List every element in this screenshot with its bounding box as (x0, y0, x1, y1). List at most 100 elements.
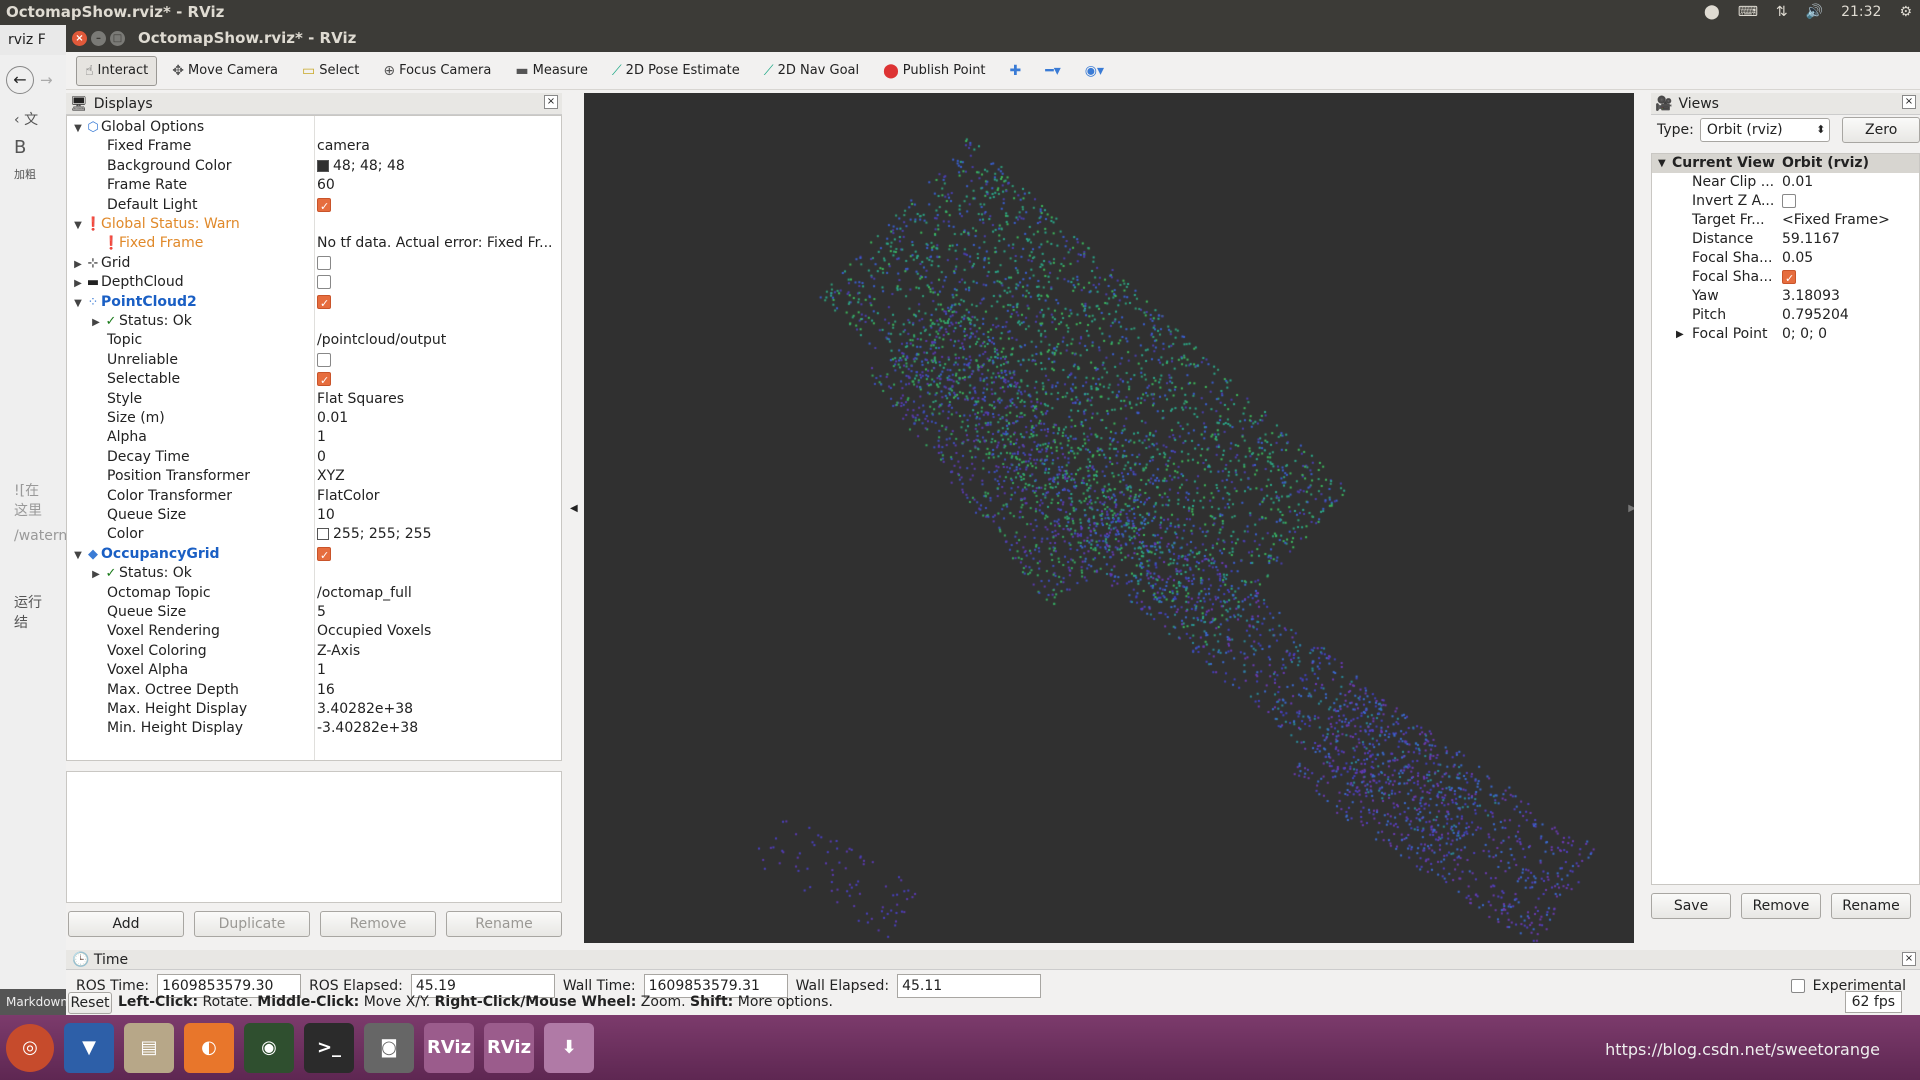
network-icon[interactable]: ⇅ (1776, 0, 1788, 25)
property-value[interactable]: 60 (317, 177, 335, 193)
reset-button[interactable]: Reset (68, 991, 112, 1014)
display-property-row[interactable]: ▶ ✓ Status: Ok (67, 312, 561, 331)
display-property-row[interactable]: Queue Size 10 (67, 506, 561, 525)
3d-render-viewport[interactable]: ▶ (584, 93, 1634, 943)
expand-arrow-icon[interactable]: ▼ (71, 119, 85, 138)
property-value[interactable]: FlatColor (317, 488, 380, 504)
ubuntu-logo-icon[interactable]: ◎ (6, 1023, 54, 1072)
display-property-row[interactable]: Size (m) 0.01 (67, 409, 561, 428)
installer-icon[interactable]: ⬇ (544, 1022, 594, 1073)
display-property-row[interactable]: Unreliable (67, 351, 561, 370)
property-value[interactable]: 16 (317, 682, 335, 698)
property-value[interactable]: /octomap_full (317, 585, 412, 601)
view-property-row[interactable]: Target Fr... <Fixed Frame> (1652, 211, 1919, 230)
property-value[interactable]: XYZ (317, 468, 345, 484)
property-value[interactable]: 3.40282e+38 (317, 701, 413, 717)
expand-arrow-icon[interactable]: ▶ (71, 255, 85, 274)
keyboard-icon[interactable]: ⌨ (1738, 0, 1758, 25)
save-button[interactable]: Save (1651, 893, 1731, 919)
property-value[interactable]: 1 (317, 662, 326, 678)
enable-checkbox[interactable] (317, 371, 331, 389)
property-value[interactable]: Occupied Voxels (317, 623, 431, 639)
rename-view-button[interactable]: Rename (1831, 893, 1911, 919)
property-value[interactable]: 0.01 (317, 410, 348, 426)
view-type-select[interactable]: Orbit (rviz) (1699, 118, 1831, 142)
property-value[interactable]: 1 (317, 429, 326, 445)
current-view-row[interactable]: ▼ Current View Orbit (rviz) (1652, 154, 1919, 173)
property-value[interactable]: 48; 48; 48 (333, 158, 405, 174)
view-checkbox[interactable] (1782, 269, 1796, 287)
display-property-row[interactable]: Voxel Rendering Occupied Voxels (67, 622, 561, 641)
property-value[interactable]: No tf data. Actual error: Fixed Fr... (317, 235, 553, 251)
display-property-row[interactable]: Frame Rate 60 (67, 176, 561, 195)
view-property-row[interactable]: Invert Z A... (1652, 192, 1919, 211)
display-property-row[interactable]: Max. Height Display 3.40282e+38 (67, 700, 561, 719)
select-tool[interactable]: ▭ Select (293, 56, 368, 86)
display-property-row[interactable]: Voxel Alpha 1 (67, 661, 561, 680)
view-property-row[interactable]: Near Clip ... 0.01 (1652, 173, 1919, 192)
enable-checkbox[interactable] (317, 352, 331, 367)
display-property-row[interactable]: Alpha 1 (67, 428, 561, 447)
focus-camera-tool[interactable]: ⊕ Focus Camera (374, 56, 500, 86)
rename-button[interactable]: Rename (446, 911, 562, 937)
property-value[interactable]: /pointcloud/output (317, 332, 446, 348)
move-camera-tool[interactable]: ✥ Move Camera (163, 56, 287, 86)
property-value[interactable]: camera (317, 138, 370, 154)
remove-button[interactable]: Remove (320, 911, 436, 937)
display-property-row[interactable]: Selectable (67, 370, 561, 389)
enable-checkbox[interactable] (317, 275, 331, 290)
display-property-row[interactable]: Style Flat Squares (67, 390, 561, 409)
color-swatch[interactable] (317, 159, 329, 172)
display-property-row[interactable]: Position Transformer XYZ (67, 467, 561, 486)
expand-arrow-icon[interactable]: ▶ (89, 313, 103, 332)
display-property-row[interactable]: Min. Height Display -3.40282e+38 (67, 719, 561, 738)
add-button[interactable]: Add (68, 911, 184, 937)
enable-checkbox[interactable] (317, 294, 331, 312)
close-icon[interactable]: × (1902, 95, 1916, 109)
settings-gear-icon[interactable]: ⚙ (1899, 0, 1912, 25)
browser-tab[interactable]: rviz F (0, 25, 66, 55)
panels-menu-button[interactable]: ◉▾ (1076, 56, 1113, 86)
property-value[interactable]: 0 (317, 449, 326, 465)
close-icon[interactable]: × (544, 95, 558, 109)
view-checkbox[interactable] (1782, 194, 1796, 208)
display-property-row[interactable]: Max. Octree Depth 16 (67, 681, 561, 700)
expand-arrow-icon[interactable]: ▼ (71, 216, 85, 235)
add-tool-button[interactable]: ✚ (1001, 56, 1031, 86)
rviz-icon[interactable]: RViz (424, 1022, 474, 1073)
remove-view-button[interactable]: Remove (1741, 893, 1821, 919)
display-property-row[interactable]: Voxel Coloring Z-Axis (67, 642, 561, 661)
display-property-row[interactable]: ▼ ⬡ Global Options (67, 118, 561, 137)
right-splitter-arrow[interactable]: ▶ (1628, 503, 1634, 514)
expand-arrow-icon[interactable]: ▶ (89, 565, 103, 584)
display-property-row[interactable]: ▼ ◆ OccupancyGrid (67, 545, 561, 564)
display-property-row[interactable]: ▶ ✓ Status: Ok (67, 564, 561, 583)
files-icon[interactable]: ▤ (124, 1022, 174, 1073)
enable-checkbox[interactable] (317, 546, 331, 564)
display-property-row[interactable]: ▶ ⊹ Grid (67, 254, 561, 273)
point-cloud-render[interactable] (584, 93, 1634, 943)
display-property-row[interactable]: Decay Time 0 (67, 448, 561, 467)
display-property-row[interactable]: ▶ ▬ DepthCloud (67, 273, 561, 292)
view-property-row[interactable]: Focal Sha... (1652, 268, 1919, 287)
display-property-row[interactable]: Default Light (67, 196, 561, 215)
expand-arrow-icon[interactable]: ▼ (71, 294, 85, 313)
rviz-icon[interactable]: RViz (484, 1022, 534, 1073)
camera-app-icon[interactable]: ◙ (364, 1022, 414, 1073)
volume-icon[interactable]: 🔊 (1806, 0, 1823, 25)
display-property-row[interactable]: Topic/pointcloud/output (67, 331, 561, 350)
forward-icon[interactable]: → (40, 71, 53, 89)
zero-button[interactable]: Zero (1842, 117, 1920, 143)
transmission-icon[interactable]: ▼ (64, 1022, 114, 1073)
color-swatch[interactable] (317, 528, 329, 541)
clock[interactable]: 21:32 (1841, 0, 1881, 25)
firefox-icon[interactable]: ◐ (184, 1022, 234, 1073)
back-icon[interactable]: ← (6, 66, 34, 94)
display-property-row[interactable]: Octomap Topic/octomap_full (67, 584, 561, 603)
display-property-row[interactable]: Queue Size 5 (67, 603, 561, 622)
property-value[interactable]: 5 (317, 604, 326, 620)
nav-goal-tool[interactable]: ⟋ 2D Nav Goal (755, 56, 868, 86)
property-value[interactable]: 255; 255; 255 (333, 526, 432, 542)
close-icon[interactable]: × (72, 31, 87, 46)
view-property-row[interactable]: Yaw 3.18093 (1652, 287, 1919, 306)
